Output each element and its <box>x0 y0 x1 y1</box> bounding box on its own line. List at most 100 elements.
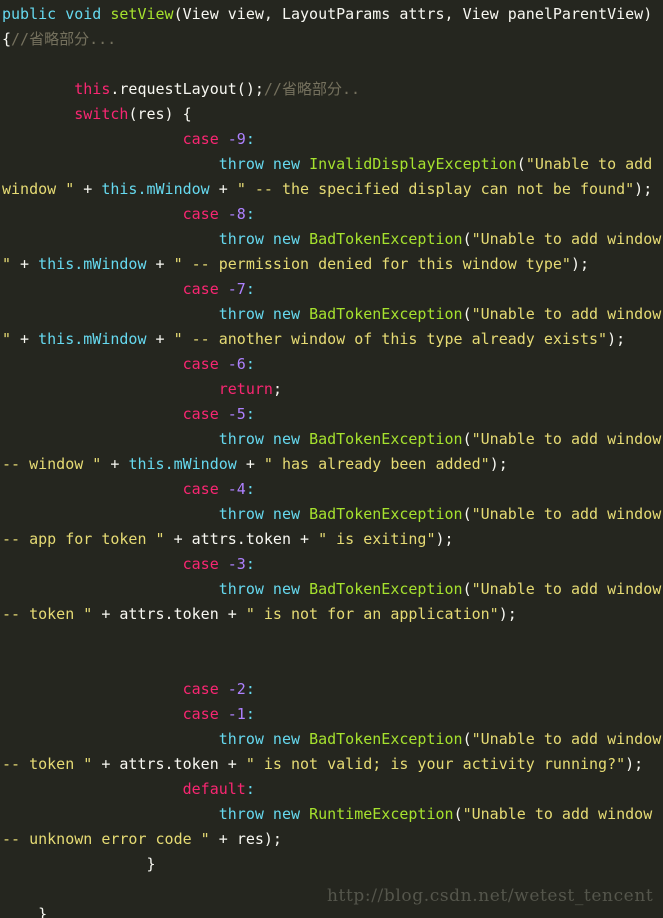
code-token: ); <box>435 530 454 548</box>
code-token: throw new <box>218 580 310 598</box>
code-token: case <box>182 205 228 223</box>
code-token: } <box>2 905 48 918</box>
code-token: BadTokenException <box>309 580 463 598</box>
code-line: throw new BadTokenException("Unable to a… <box>0 427 663 477</box>
code-token: case <box>182 480 228 498</box>
code-token: public void <box>2 5 111 23</box>
code-token: ( <box>462 730 472 748</box>
code-token: : <box>245 680 255 698</box>
code-token: : <box>245 130 255 148</box>
code-token: res <box>236 830 264 848</box>
code-token: (res) { <box>128 105 192 123</box>
code-token: -5 <box>227 405 246 423</box>
code-line: case -3: <box>0 552 663 577</box>
code-token: case <box>182 405 228 423</box>
code-token: .mWindow <box>164 455 237 473</box>
code-token: : <box>245 280 255 298</box>
code-token: : <box>245 480 255 498</box>
code-token: -8 <box>227 205 246 223</box>
watermark-url: http://blog.csdn.net/wetest_tencent <box>327 886 654 906</box>
code-line: switch(res) { <box>0 102 663 127</box>
code-token: case <box>182 280 228 298</box>
code-token: ); <box>489 455 508 473</box>
code-token: + <box>164 530 192 548</box>
code-line: throw new InvalidDisplayException("Unabl… <box>0 152 663 202</box>
code-token: : <box>245 205 255 223</box>
code-line: case -5: <box>0 402 663 427</box>
code-token: throw new <box>218 805 310 823</box>
code-token: + <box>11 330 39 348</box>
code-line: throw new BadTokenException("Unable to a… <box>0 502 663 552</box>
code-token: " -- the specified display can not be fo… <box>236 180 635 198</box>
code-token: this <box>101 180 138 198</box>
code-token: attrs.token <box>119 605 219 623</box>
code-token: setView <box>110 5 174 23</box>
code-token: : <box>245 555 255 573</box>
code-text-area[interactable]: public void setView(View view, LayoutPar… <box>0 0 663 918</box>
code-token: .requestLayout(); <box>110 80 264 98</box>
code-token: " -- another window of this type already… <box>173 330 608 348</box>
code-token: case <box>182 555 228 573</box>
code-token: + <box>92 605 120 623</box>
code-token: BadTokenException <box>309 230 463 248</box>
code-token: ( <box>462 580 472 598</box>
code-token: ( <box>453 805 463 823</box>
code-line: default: <box>0 777 663 802</box>
code-token: + <box>218 605 246 623</box>
code-token: BadTokenException <box>309 505 463 523</box>
code-line: case -2: <box>0 677 663 702</box>
code-token: + <box>92 755 120 773</box>
code-token: //省略部分... <box>11 30 117 48</box>
code-token: throw new <box>218 230 310 248</box>
code-token: throw new <box>218 430 310 448</box>
code-token: ); <box>634 180 653 198</box>
code-line: throw new BadTokenException("Unable to a… <box>0 302 663 352</box>
code-line: case -1: <box>0 702 663 727</box>
code-token: default <box>182 780 246 798</box>
code-token: + <box>11 255 39 273</box>
code-token: this <box>38 330 75 348</box>
code-line: case -6: <box>0 352 663 377</box>
code-token: ( <box>462 430 472 448</box>
code-token: throw new <box>218 305 310 323</box>
code-line: throw new RuntimeException("Unable to ad… <box>0 802 663 852</box>
code-token: .mWindow <box>137 180 210 198</box>
code-token: attrs.token <box>119 755 219 773</box>
code-line: throw new BadTokenException("Unable to a… <box>0 577 663 627</box>
code-token: " is not valid; is your activity running… <box>245 755 626 773</box>
code-token: -4 <box>227 480 246 498</box>
code-token: case <box>182 680 228 698</box>
code-token: + <box>291 530 319 548</box>
code-line: } <box>0 852 663 877</box>
code-viewer: public void setView(View view, LayoutPar… <box>0 0 663 918</box>
code-token: InvalidDisplayException <box>309 155 517 173</box>
code-line: this.requestLayout();//省略部分.. <box>0 77 663 102</box>
code-token: attrs.token <box>191 530 291 548</box>
code-token: this <box>74 80 111 98</box>
code-token: + <box>146 330 174 348</box>
code-token: " -- permission denied for this window t… <box>173 255 571 273</box>
code-token: BadTokenException <box>309 430 463 448</box>
code-token: : <box>245 355 255 373</box>
code-token: + <box>146 255 174 273</box>
code-token: case <box>182 705 228 723</box>
code-token: " is exiting" <box>318 530 436 548</box>
code-token: ); <box>607 330 626 348</box>
code-token: case <box>182 355 228 373</box>
code-token: ); <box>263 830 282 848</box>
code-token: -2 <box>227 680 246 698</box>
